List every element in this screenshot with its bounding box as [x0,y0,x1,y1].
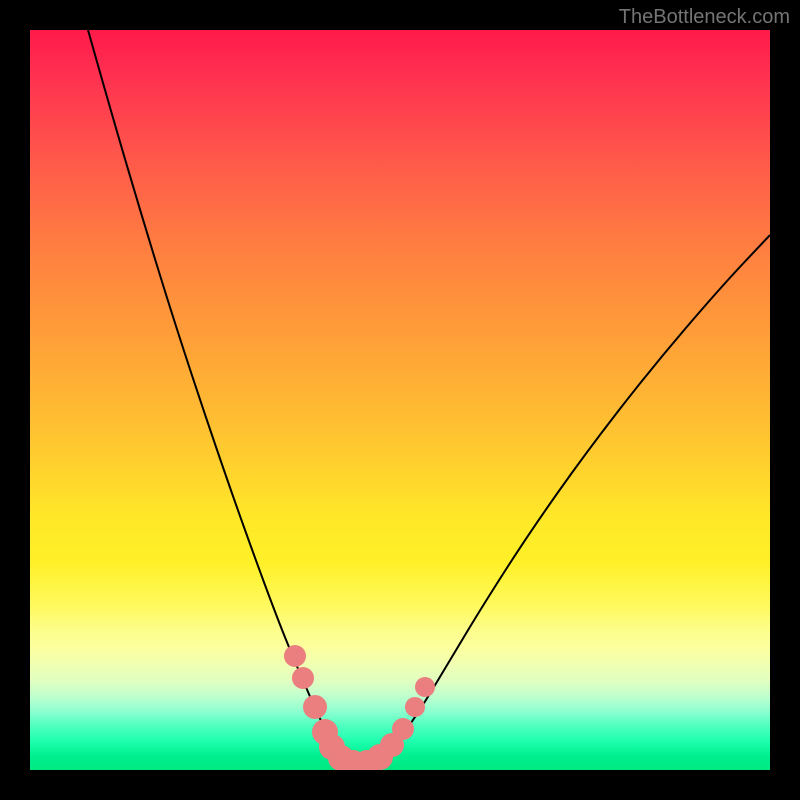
plot-background [30,30,770,770]
watermark-text: TheBottleneck.com [619,6,790,29]
